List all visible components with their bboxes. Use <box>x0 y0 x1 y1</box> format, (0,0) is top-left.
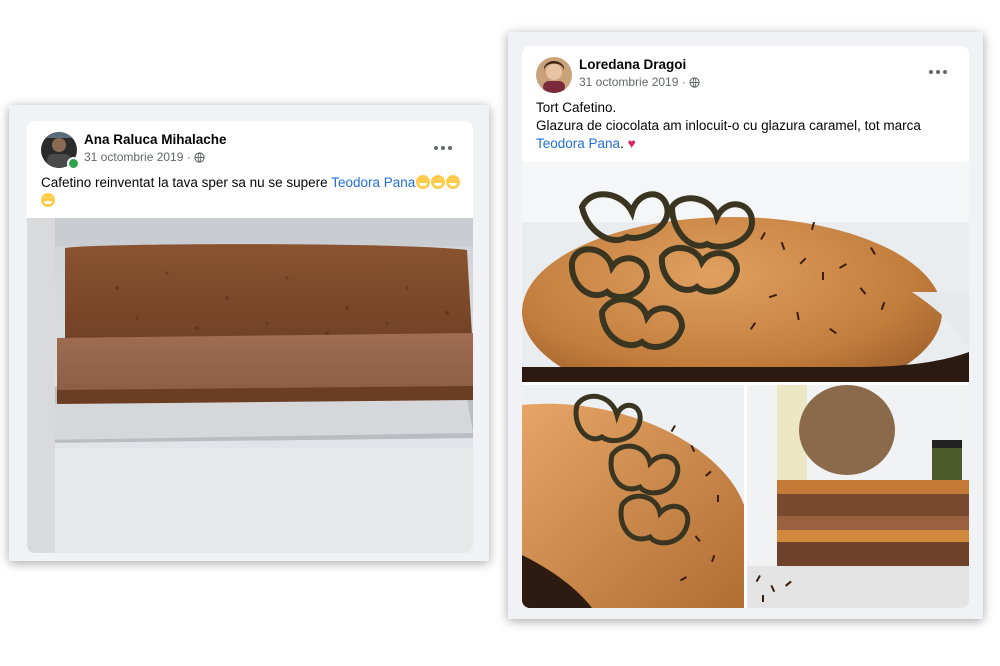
grinning-face-icon <box>446 175 461 189</box>
post-author[interactable]: Ana Raluca Mihalache <box>84 132 227 147</box>
post-text-line-1: Tort Cafetino. <box>536 100 617 115</box>
grinning-face-icon <box>431 175 446 189</box>
post-text-punct: . <box>620 136 624 151</box>
post-card-2: Loredana Dragoi 31 octombrie 2019 · Tort… <box>522 46 969 608</box>
post-meta: 31 octombrie 2019 · <box>84 150 205 164</box>
post-text-line-2: Glazura de ciocolata am inlocuit-o cu gl… <box>536 118 921 133</box>
post-card-1: Ana Raluca Mihalache 31 octombrie 2019 ·… <box>27 121 473 553</box>
more-dots-icon[interactable] <box>923 62 953 82</box>
globe-icon[interactable] <box>689 76 700 88</box>
post-text: Tort Cafetino. Glazura de ciocolata am i… <box>536 99 961 153</box>
post-meta: 31 octombrie 2019 · <box>579 75 700 89</box>
post-photo-cake-top[interactable] <box>522 162 969 382</box>
mention-link[interactable]: Teodora Pana <box>536 136 620 151</box>
post-photo-cake-side[interactable] <box>522 385 744 608</box>
mention-link[interactable]: Teodora Pana <box>331 175 415 190</box>
grinning-face-icon <box>41 193 55 207</box>
post-date[interactable]: 31 octombrie 2019 · <box>84 150 191 164</box>
heart-icon: ♥ <box>627 136 636 151</box>
more-dots-icon[interactable] <box>428 138 458 158</box>
post-text-body: Cafetino reinventat la tava sper sa nu s… <box>41 175 332 190</box>
post-date[interactable]: 31 octombrie 2019 · <box>579 75 686 89</box>
post-photo-cake-tray[interactable] <box>27 218 473 553</box>
post-photo-cake-slice[interactable] <box>747 385 969 608</box>
post-text: Cafetino reinventat la tava sper sa nu s… <box>41 174 461 210</box>
online-status-indicator <box>67 157 80 170</box>
globe-icon[interactable] <box>194 151 205 163</box>
grinning-face-icon <box>416 175 431 189</box>
post-author[interactable]: Loredana Dragoi <box>579 57 686 72</box>
avatar[interactable] <box>536 57 572 93</box>
